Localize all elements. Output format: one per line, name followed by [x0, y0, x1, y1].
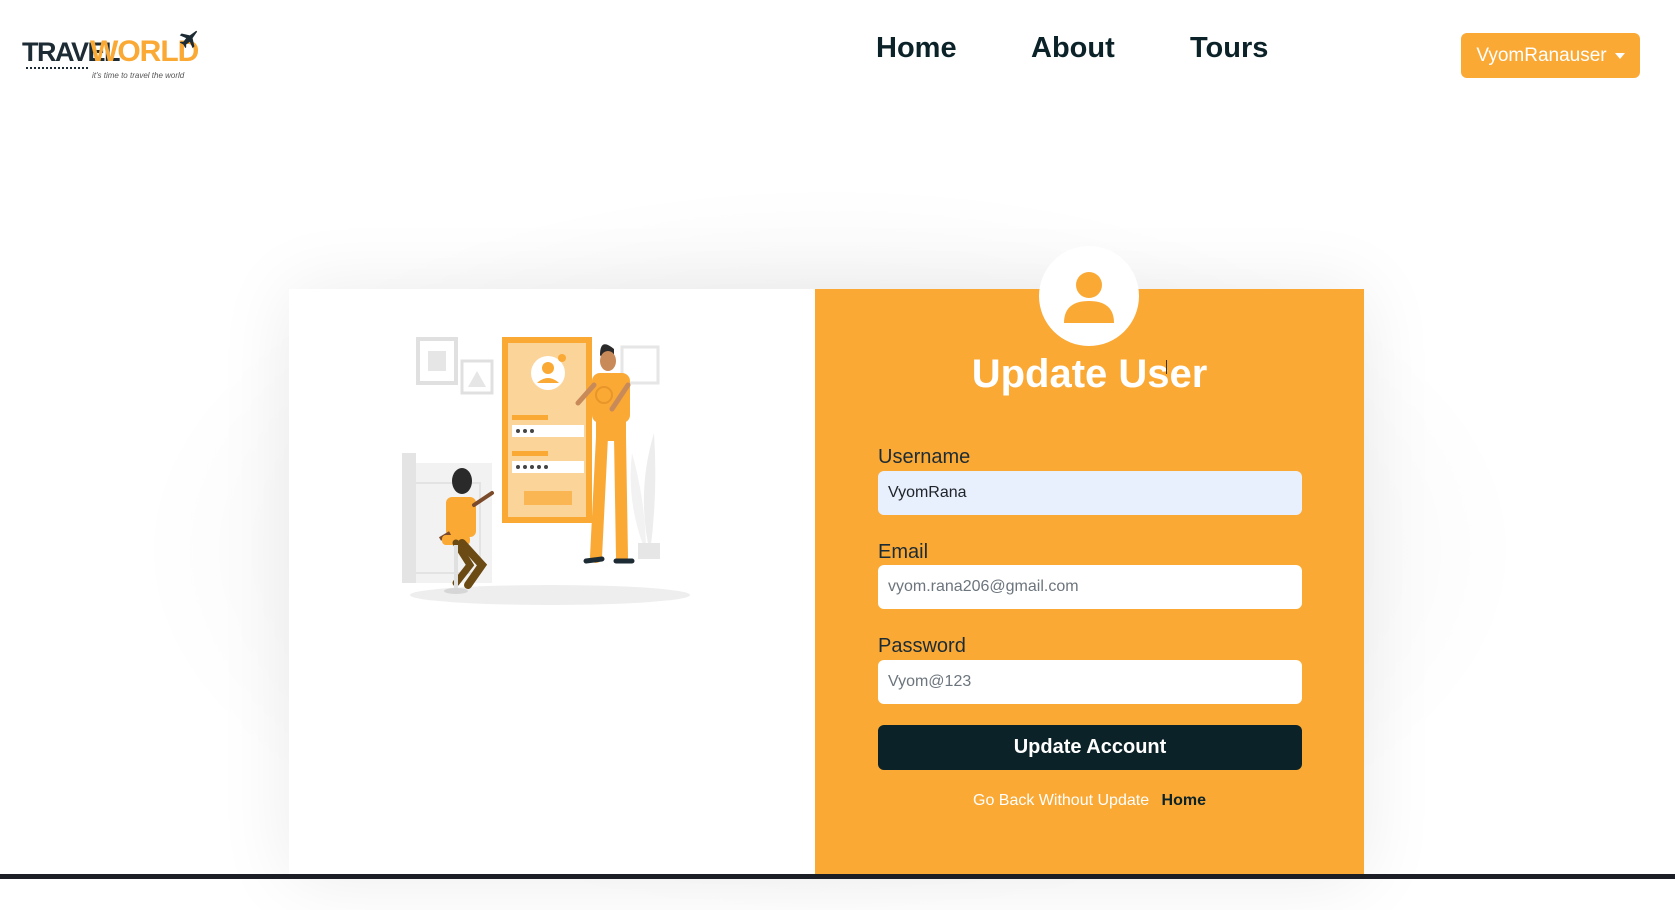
email-label: Email: [878, 541, 929, 563]
go-back-text: Go Back Without Update: [973, 792, 1150, 809]
username-field[interactable]: [878, 471, 1302, 515]
text-cursor: [1166, 360, 1167, 374]
password-field[interactable]: [878, 660, 1302, 704]
user-avatar-icon: [1064, 272, 1114, 323]
password-label: Password: [878, 635, 966, 657]
page-title: Update User: [971, 352, 1208, 396]
nav-home[interactable]: Home: [876, 32, 957, 65]
brand-tagline: it's time to travel the world: [92, 71, 185, 80]
user-menu-label: VyomRanauser: [1476, 44, 1607, 66]
nav-tours[interactable]: Tours: [1190, 32, 1268, 65]
go-back-line: Go Back Without Update Home: [815, 792, 1364, 810]
plane-icon: [179, 30, 198, 49]
username-label: Username: [878, 446, 971, 468]
nav-about[interactable]: About: [1031, 32, 1115, 65]
email-field[interactable]: [878, 565, 1302, 609]
update-account-button[interactable]: Update Account: [878, 725, 1302, 770]
navbar: TRAVEL WORLD it's time to travel the wor…: [0, 0, 1675, 110]
user-menu-button[interactable]: VyomRanauser: [1461, 33, 1640, 78]
home-link[interactable]: Home: [1162, 792, 1206, 809]
logo-flight-path: [26, 67, 88, 69]
bottom-edge: [0, 874, 1675, 879]
avatar: [1039, 246, 1139, 346]
brand-logo[interactable]: TRAVEL WORLD it's time to travel the wor…: [22, 30, 202, 86]
dropdown-caret-icon: [1614, 52, 1625, 59]
login-illustration: [402, 337, 690, 605]
